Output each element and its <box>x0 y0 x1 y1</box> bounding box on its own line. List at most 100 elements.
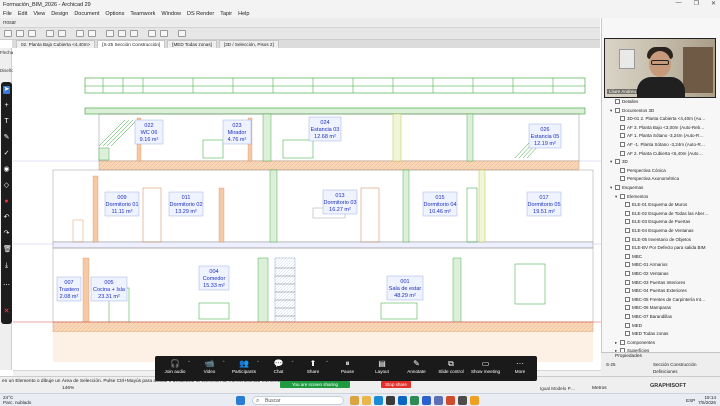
navigator-item[interactable]: MBC-04 Puertas Exteriores <box>620 287 717 294</box>
navigator-item[interactable]: MED Todas zonas <box>620 330 717 337</box>
teams-icon[interactable] <box>434 396 443 405</box>
navigator-item[interactable]: AF 2. Planta Cubierta <6,40m (Auto… <box>615 150 717 157</box>
stop-share-button[interactable]: Stop share <box>381 381 411 388</box>
redo-icon[interactable] <box>88 30 96 37</box>
menu-edit[interactable]: Edit <box>18 11 27 17</box>
fit-window-icon[interactable] <box>130 30 138 37</box>
navigator-item[interactable]: ELE-03 Esquema de Puertas <box>620 218 717 225</box>
menu-help[interactable]: Help <box>238 11 249 17</box>
video-button[interactable]: 📹 Video ^ <box>194 358 226 379</box>
menu-tapir[interactable]: Tapir <box>220 11 232 17</box>
navigator-item[interactable]: MBC <box>620 253 717 260</box>
menu-view[interactable]: View <box>33 11 45 17</box>
edge-icon[interactable] <box>374 396 383 405</box>
start-icon[interactable] <box>236 396 245 405</box>
caret-up-icon[interactable]: ^ <box>188 359 190 364</box>
widgets-icon[interactable] <box>350 396 359 405</box>
navigator-item[interactable]: Perspectiva Cónica <box>615 167 717 174</box>
annotate-button[interactable]: ✎ Annotate <box>401 358 433 379</box>
navigator-item[interactable]: ELE-BV Por Defecto para salida BIM <box>620 244 717 251</box>
eraser-icon[interactable]: ◇ <box>3 182 10 190</box>
pen-icon[interactable]: ✎ <box>3 134 10 142</box>
navigator-item[interactable]: MED <box>620 322 717 329</box>
zoom-icon[interactable] <box>422 396 431 405</box>
store-icon[interactable] <box>386 396 395 405</box>
navigator-item[interactable]: MBC-02 Ventanas <box>620 270 717 277</box>
navigator-item[interactable]: ▸ Componentes <box>615 339 717 346</box>
file-explorer-icon[interactable] <box>362 396 371 405</box>
clear-icon[interactable]: 🗑 <box>3 246 12 254</box>
undo-annotation-icon[interactable]: ↶ <box>3 214 10 222</box>
caret-up-icon[interactable]: ^ <box>292 359 294 364</box>
arrow-tool-icon[interactable] <box>4 30 12 37</box>
render-icon[interactable] <box>178 30 186 37</box>
save-icon[interactable]: ⤓ <box>3 262 10 270</box>
tab-med-todas-zonas[interactable]: [MED Todas zonas] <box>167 40 217 48</box>
navigator-item[interactable]: ▾ Documentos 3D <box>610 107 717 114</box>
marquee-icon[interactable] <box>16 30 24 37</box>
redo-annotation-icon[interactable]: ↷ <box>3 230 10 238</box>
navigator-item[interactable]: ▾ Elementos <box>615 193 717 200</box>
navigator-item[interactable]: ELE-01 Esquema de Muros <box>620 201 717 208</box>
properties-definitions[interactable]: Definiciones <box>653 369 678 374</box>
navigator-item[interactable]: ▾ Esquemas <box>610 184 717 191</box>
menu-teamwork[interactable]: Teamwork <box>130 11 155 17</box>
navigator-item[interactable]: MBC-06 Mamparas <box>620 304 717 311</box>
language-indicator[interactable]: ESP <box>686 398 695 403</box>
section-drawing-canvas[interactable]: 022 WC 06 9.16 m² 023 Mirador 4.76 m² 02… <box>13 48 601 370</box>
join-audio-button[interactable]: 🎧 Join audio ^ <box>159 358 191 379</box>
properties-name[interactable]: Sección Construcción <box>653 362 697 367</box>
more-icon[interactable]: ⋯ <box>3 282 10 290</box>
slide-control-button[interactable]: ⧉ Slide control <box>435 358 467 379</box>
navigator-item[interactable]: 3D-01 2. Planta Cubierta <4,40m (Au… <box>615 115 717 122</box>
navigator-item[interactable]: MBC-05 Frentes de Carpintería Int… <box>620 296 717 303</box>
text-icon[interactable]: T <box>3 118 10 126</box>
spotlight-icon[interactable]: ◉ <box>3 166 10 174</box>
clock[interactable]: 19:14 7/5/2026 <box>698 395 716 405</box>
navigator-item[interactable]: ELE-05 Inventario de Objetos <box>620 236 717 243</box>
navigator-item[interactable]: AF 3. Planta Bajo <3,00m (Auto-Reb… <box>615 124 717 131</box>
menu-options[interactable]: Options <box>105 11 124 17</box>
navigator-item[interactable]: MBC-07 Barandillas <box>620 313 717 320</box>
navigator-item[interactable]: ▾ 3D <box>610 158 717 165</box>
menu-file[interactable]: File <box>3 11 12 17</box>
caret-up-icon[interactable]: ^ <box>257 359 259 364</box>
chat-button[interactable]: 💬 Chat ^ <box>263 358 295 379</box>
excel-icon[interactable] <box>410 396 419 405</box>
outlook-icon[interactable] <box>398 396 407 405</box>
graphic-override-icon[interactable] <box>58 30 66 37</box>
pause-button[interactable]: ⏸ Pause <box>332 358 364 379</box>
close-button[interactable]: ✕ <box>711 0 716 7</box>
navigator-item[interactable]: ELE-04 Esquema de Ventanas <box>620 227 717 234</box>
menu-window[interactable]: Window <box>161 11 181 17</box>
navigator-item[interactable]: Detalles <box>610 98 717 105</box>
tab-3d-seleccion[interactable]: [3D / Selección, Pisos 2] <box>218 40 279 48</box>
navigator-item[interactable]: Perspectiva Axonométrica <box>615 175 717 182</box>
plus-icon[interactable]: + <box>3 102 10 110</box>
menu-document[interactable]: Document <box>74 11 99 17</box>
archicad-icon[interactable] <box>458 396 467 405</box>
zoom-level[interactable]: 146% <box>62 386 74 391</box>
navigator-item[interactable]: MBC-03 Puertas Interiores <box>620 279 717 286</box>
show-meeting-button[interactable]: ▭ Show meeting <box>470 358 502 379</box>
minimize-button[interactable]: — <box>676 0 682 7</box>
zoom-in-icon[interactable] <box>106 30 114 37</box>
undo-icon[interactable] <box>76 30 84 37</box>
units[interactable]: Metros <box>592 386 607 391</box>
color-icon[interactable]: ● <box>3 198 10 206</box>
check-icon[interactable]: ✓ <box>3 150 10 158</box>
powerpoint-icon[interactable] <box>446 396 455 405</box>
navigator-item[interactable]: AF 1. Planta Sótano -3,24m (Auto-R… <box>615 132 717 139</box>
chrome-icon[interactable] <box>470 396 479 405</box>
pen-set-icon[interactable] <box>46 30 54 37</box>
taskbar-search[interactable]: ⌕ Buscar <box>252 396 344 405</box>
menu-ds-render[interactable]: DS Render <box>187 11 214 17</box>
caret-up-icon[interactable]: ^ <box>223 359 225 364</box>
navigator-item[interactable]: ELE-02 Esquema de Todas las Aber… <box>620 210 717 217</box>
tab-planta-bajo-cubierta[interactable]: 02. Planta Bajo Cubierta <4,40m> <box>16 40 96 48</box>
weather-widget[interactable]: 24°C Parc. nublado <box>3 395 31 405</box>
section-icon[interactable] <box>160 30 168 37</box>
maximize-button[interactable]: ❐ <box>694 0 699 7</box>
participants-button[interactable]: 👥 Participants ^ <box>228 358 260 379</box>
zoom-out-icon[interactable] <box>118 30 126 37</box>
